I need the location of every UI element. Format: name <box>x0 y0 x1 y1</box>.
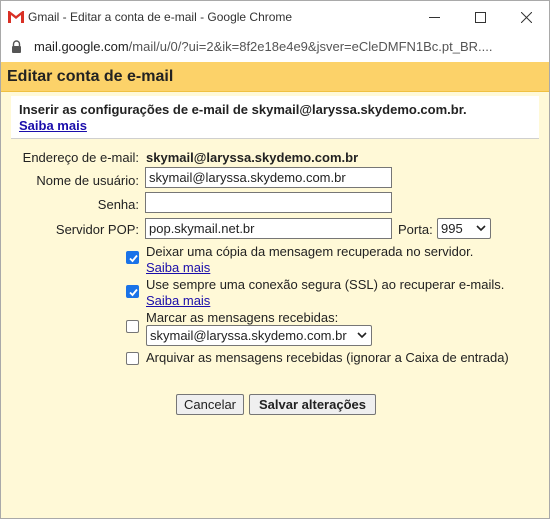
username-field[interactable] <box>145 167 392 188</box>
port-select[interactable]: 995 <box>437 218 491 239</box>
password-field[interactable] <box>145 192 392 213</box>
label-select-value: skymail@laryssa.skydemo.com.br <box>150 328 347 343</box>
ssl-label: Use sempre uma conexão segura (SSL) ao r… <box>146 277 505 292</box>
password-label: Senha: <box>97 197 139 212</box>
label-incoming-label: Marcar as mensagens recebidas: <box>146 310 339 325</box>
label-select[interactable]: skymail@laryssa.skydemo.com.br <box>146 325 372 346</box>
archive-label: Arquivar as mensagens recebidas (ignorar… <box>146 350 509 365</box>
email-label: Endereço de e-mail: <box>22 150 139 165</box>
minimize-button[interactable] <box>411 1 457 33</box>
close-icon <box>520 11 532 23</box>
minimize-icon <box>428 16 440 18</box>
dialog-body: Inserir as configurações de e-mail de sk… <box>1 92 549 518</box>
url-host: mail.google.com <box>34 39 129 54</box>
email-value: skymail@laryssa.skydemo.com.br <box>146 150 359 165</box>
dialog-header: Editar conta de e-mail <box>1 62 549 92</box>
port-value: 995 <box>441 221 463 236</box>
window-title: Gmail - Editar a conta de e-mail - Googl… <box>28 10 293 24</box>
cancel-button[interactable]: Cancelar <box>176 394 244 415</box>
ssl-checkbox[interactable] <box>126 285 139 298</box>
dialog-title: Editar conta de e-mail <box>7 68 174 85</box>
title-bar: Gmail - Editar a conta de e-mail - Googl… <box>1 1 549 33</box>
chevron-down-icon <box>476 225 486 232</box>
browser-window: Gmail - Editar a conta de e-mail - Googl… <box>0 0 550 519</box>
leave-copy-label: Deixar uma cópia da mensagem recuperada … <box>146 244 474 259</box>
username-label: Nome de usuário: <box>36 173 139 188</box>
ssl-learn-more-link[interactable]: Saiba mais <box>146 293 210 308</box>
intro-panel: Inserir as configurações de e-mail de sk… <box>11 96 539 139</box>
leave-copy-learn-more-link[interactable]: Saiba mais <box>146 260 210 275</box>
label-incoming-checkbox[interactable] <box>126 320 139 333</box>
leave-copy-checkbox[interactable] <box>126 251 139 264</box>
maximize-icon <box>474 11 486 23</box>
url-text: mail.google.com/mail/u/0/?ui=2&ik=8f2e18… <box>34 39 534 54</box>
archive-checkbox[interactable] <box>126 352 139 365</box>
pop-server-label: Servidor POP: <box>55 222 139 237</box>
learn-more-link[interactable]: Saiba mais <box>19 118 87 133</box>
address-bar[interactable]: mail.google.com/mail/u/0/?ui=2&ik=8f2e18… <box>1 33 549 61</box>
url-path: /mail/u/0/?ui=2&ik=8f2e18e4e9&jsver=eCle… <box>128 39 493 54</box>
pop-server-field[interactable] <box>145 218 392 239</box>
close-button[interactable] <box>503 1 549 33</box>
save-changes-button[interactable]: Salvar alterações <box>249 394 376 415</box>
check-icon <box>129 254 138 263</box>
maximize-button[interactable] <box>457 1 503 33</box>
lock-icon <box>12 40 21 53</box>
port-label: Porta: <box>398 222 433 237</box>
check-icon <box>129 288 138 297</box>
intro-text: Inserir as configurações de e-mail de sk… <box>19 102 467 117</box>
gmail-icon <box>8 11 24 23</box>
chevron-down-icon <box>357 332 367 339</box>
